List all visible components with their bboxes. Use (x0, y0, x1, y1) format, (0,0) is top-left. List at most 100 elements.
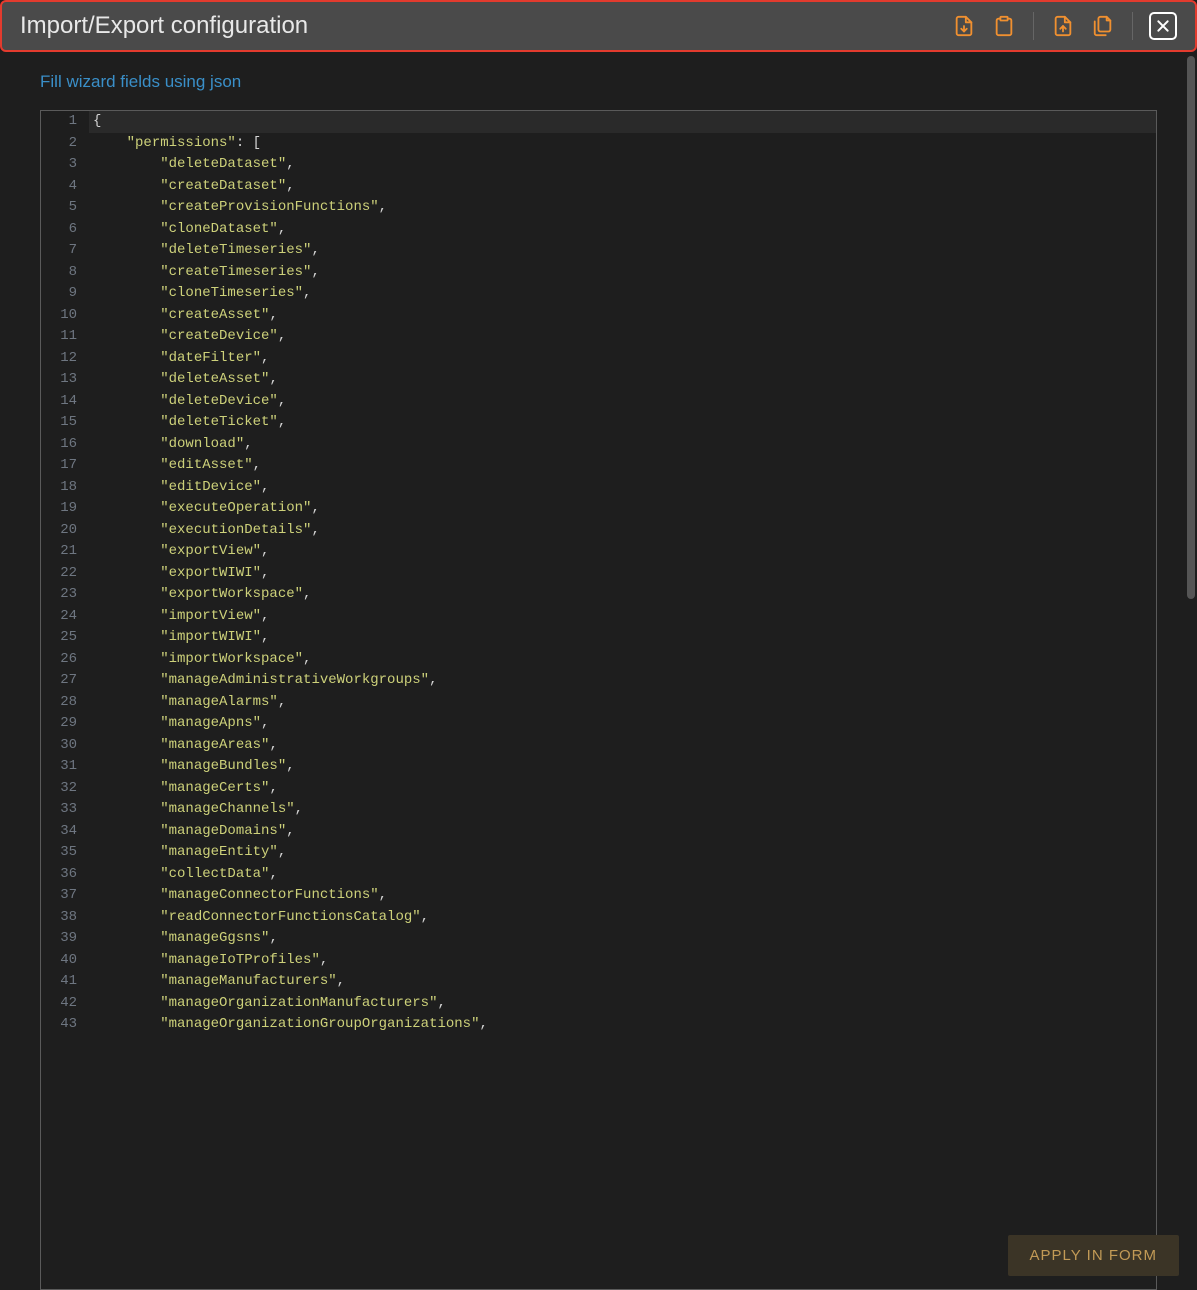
code-line[interactable]: 22 "exportWIWI", (41, 563, 1156, 585)
code-line[interactable]: 38 "readConnectorFunctionsCatalog", (41, 907, 1156, 929)
code-line[interactable]: 19 "executeOperation", (41, 498, 1156, 520)
code-line[interactable]: 14 "deleteDevice", (41, 391, 1156, 413)
code-content: "manageOrganizationManufacturers", (89, 993, 1156, 1015)
code-line[interactable]: 8 "createTimeseries", (41, 262, 1156, 284)
code-content: "download", (89, 434, 1156, 456)
code-content: "createAsset", (89, 305, 1156, 327)
line-number: 37 (41, 885, 89, 907)
code-line[interactable]: 4 "createDataset", (41, 176, 1156, 198)
close-button[interactable] (1149, 12, 1177, 40)
clipboard-icon[interactable] (991, 13, 1017, 39)
code-line[interactable]: 17 "editAsset", (41, 455, 1156, 477)
code-line[interactable]: 35 "manageEntity", (41, 842, 1156, 864)
line-number: 3 (41, 154, 89, 176)
line-number: 9 (41, 283, 89, 305)
code-content: "deleteDevice", (89, 391, 1156, 413)
line-number: 14 (41, 391, 89, 413)
code-line[interactable]: 11 "createDevice", (41, 326, 1156, 348)
code-line[interactable]: 32 "manageCerts", (41, 778, 1156, 800)
code-line[interactable]: 5 "createProvisionFunctions", (41, 197, 1156, 219)
modal-footer: APPLY IN FORM (1008, 1235, 1179, 1276)
line-number: 32 (41, 778, 89, 800)
scrollbar-thumb[interactable] (1187, 56, 1195, 599)
code-line[interactable]: 21 "exportView", (41, 541, 1156, 563)
line-number: 19 (41, 498, 89, 520)
code-line[interactable]: 42 "manageOrganizationManufacturers", (41, 993, 1156, 1015)
code-content: "manageManufacturers", (89, 971, 1156, 993)
code-line[interactable]: 39 "manageGgsns", (41, 928, 1156, 950)
code-content: "createTimeseries", (89, 262, 1156, 284)
code-content: "editAsset", (89, 455, 1156, 477)
code-line[interactable]: 23 "exportWorkspace", (41, 584, 1156, 606)
separator (1033, 12, 1034, 40)
line-number: 30 (41, 735, 89, 757)
line-number: 43 (41, 1014, 89, 1036)
line-number: 26 (41, 649, 89, 671)
code-line[interactable]: 10 "createAsset", (41, 305, 1156, 327)
code-line[interactable]: 43 "manageOrganizationGroupOrganizations… (41, 1014, 1156, 1036)
code-line[interactable]: 20 "executionDetails", (41, 520, 1156, 542)
file-import-icon[interactable] (1050, 13, 1076, 39)
line-number: 31 (41, 756, 89, 778)
code-content: "importView", (89, 606, 1156, 628)
code-line[interactable]: 24 "importView", (41, 606, 1156, 628)
code-line[interactable]: 16 "download", (41, 434, 1156, 456)
code-content: "createDevice", (89, 326, 1156, 348)
fill-wizard-link[interactable]: Fill wizard fields using json (40, 72, 1157, 92)
code-content: "collectData", (89, 864, 1156, 886)
code-line[interactable]: 36 "collectData", (41, 864, 1156, 886)
code-line[interactable]: 1{ (41, 111, 1156, 133)
code-line[interactable]: 3 "deleteDataset", (41, 154, 1156, 176)
code-line[interactable]: 25 "importWIWI", (41, 627, 1156, 649)
line-number: 27 (41, 670, 89, 692)
code-line[interactable]: 18 "editDevice", (41, 477, 1156, 499)
code-line[interactable]: 37 "manageConnectorFunctions", (41, 885, 1156, 907)
file-export-icon[interactable] (951, 13, 977, 39)
line-number: 34 (41, 821, 89, 843)
line-number: 13 (41, 369, 89, 391)
titlebar-actions (951, 12, 1177, 40)
code-line[interactable]: 27 "manageAdministrativeWorkgroups", (41, 670, 1156, 692)
code-line[interactable]: 30 "manageAreas", (41, 735, 1156, 757)
line-number: 21 (41, 541, 89, 563)
code-line[interactable]: 12 "dateFilter", (41, 348, 1156, 370)
code-content: "manageBundles", (89, 756, 1156, 778)
code-content: "manageOrganizationGroupOrganizations", (89, 1014, 1156, 1036)
code-content: "manageChannels", (89, 799, 1156, 821)
code-content: "importWIWI", (89, 627, 1156, 649)
code-line[interactable]: 13 "deleteAsset", (41, 369, 1156, 391)
modal-title: Import/Export configuration (20, 12, 951, 40)
code-content: "readConnectorFunctionsCatalog", (89, 907, 1156, 929)
code-content: "importWorkspace", (89, 649, 1156, 671)
code-line[interactable]: 7 "deleteTimeseries", (41, 240, 1156, 262)
code-line[interactable]: 28 "manageAlarms", (41, 692, 1156, 714)
code-content: "executionDetails", (89, 520, 1156, 542)
vertical-scrollbar[interactable] (1185, 56, 1197, 1290)
code-content: { (89, 111, 1156, 133)
apply-in-form-button[interactable]: APPLY IN FORM (1008, 1235, 1179, 1276)
code-content: "manageEntity", (89, 842, 1156, 864)
code-line[interactable]: 40 "manageIoTProfiles", (41, 950, 1156, 972)
line-number: 25 (41, 627, 89, 649)
code-line[interactable]: 6 "cloneDataset", (41, 219, 1156, 241)
separator (1132, 12, 1133, 40)
code-content: "manageAreas", (89, 735, 1156, 757)
json-editor[interactable]: 1{2 "permissions": [3 "deleteDataset",4 … (40, 110, 1157, 1290)
code-line[interactable]: 15 "deleteTicket", (41, 412, 1156, 434)
code-line[interactable]: 2 "permissions": [ (41, 133, 1156, 155)
code-line[interactable]: 33 "manageChannels", (41, 799, 1156, 821)
code-line[interactable]: 26 "importWorkspace", (41, 649, 1156, 671)
code-line[interactable]: 31 "manageBundles", (41, 756, 1156, 778)
line-number: 38 (41, 907, 89, 929)
import-export-modal: Import/Export configuration Fill wizard … (0, 0, 1197, 1290)
code-content: "createDataset", (89, 176, 1156, 198)
line-number: 22 (41, 563, 89, 585)
files-icon[interactable] (1090, 13, 1116, 39)
code-content: "executeOperation", (89, 498, 1156, 520)
line-number: 29 (41, 713, 89, 735)
code-line[interactable]: 29 "manageApns", (41, 713, 1156, 735)
code-line[interactable]: 9 "cloneTimeseries", (41, 283, 1156, 305)
code-content: "editDevice", (89, 477, 1156, 499)
code-line[interactable]: 34 "manageDomains", (41, 821, 1156, 843)
code-line[interactable]: 41 "manageManufacturers", (41, 971, 1156, 993)
